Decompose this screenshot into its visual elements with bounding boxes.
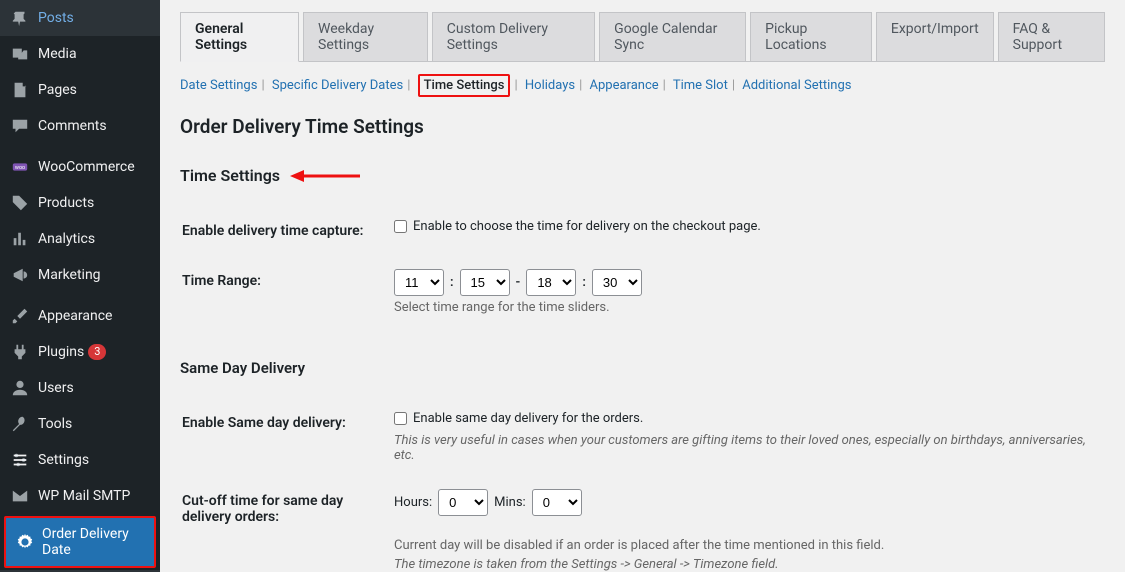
cutoff-note-2: The timezone is taken from the Settings … xyxy=(394,557,1093,572)
main-tabs: General Settings Weekday Settings Custom… xyxy=(180,12,1105,62)
sidebar-item-plugins[interactable]: Plugins 3 xyxy=(0,334,160,370)
pin-icon xyxy=(10,8,30,28)
sidebar-item-wpmailsmtp[interactable]: WP Mail SMTP xyxy=(0,478,160,514)
tab-custom-delivery-settings[interactable]: Custom Delivery Settings xyxy=(432,12,595,61)
subtab-additional-settings[interactable]: Additional Settings xyxy=(742,78,851,93)
cutoff-label: Cut-off time for same day delivery order… xyxy=(182,477,382,572)
cutoff-hours-select[interactable]: 0 xyxy=(438,489,488,516)
sidebar-item-label: Plugins xyxy=(38,344,84,360)
products-icon xyxy=(10,193,30,213)
sidebar-item-label: Products xyxy=(38,195,94,211)
admin-sidebar: Posts Media Pages Comments woo WooCommer… xyxy=(0,0,160,572)
tab-google-calendar-sync[interactable]: Google Calendar Sync xyxy=(599,12,746,61)
user-icon xyxy=(10,378,30,398)
section-time-settings: Time Settings xyxy=(180,166,280,185)
pointer-arrow-icon xyxy=(290,168,360,184)
sidebar-item-label: Media xyxy=(38,46,77,62)
sidebar-item-label: Settings xyxy=(38,452,89,468)
sidebar-item-label: WP Mail SMTP xyxy=(38,488,130,504)
main-content: General Settings Weekday Settings Custom… xyxy=(160,0,1125,572)
time-range-to-hour[interactable]: 18 xyxy=(526,269,576,296)
time-range-description: Select time range for the time sliders. xyxy=(394,300,1093,315)
tab-weekday-settings[interactable]: Weekday Settings xyxy=(303,12,428,61)
sidebar-item-label: Comments xyxy=(38,118,107,134)
enable-time-checkbox[interactable] xyxy=(394,220,407,233)
analytics-icon xyxy=(10,229,30,249)
subtab-holidays[interactable]: Holidays xyxy=(525,78,575,93)
sidebar-item-label: Users xyxy=(38,380,74,396)
gear-icon xyxy=(16,532,34,552)
sub-tabs: Date Settings| Specific Delivery Dates| … xyxy=(180,62,1105,107)
cutoff-mins-text: Mins: xyxy=(494,495,526,510)
sidebar-item-appearance[interactable]: Appearance xyxy=(0,298,160,334)
same-day-checkbox-label[interactable]: Enable same day delivery for the orders. xyxy=(394,411,643,426)
sidebar-item-label: Order Delivery Date xyxy=(42,526,144,558)
page-icon xyxy=(10,80,30,100)
sidebar-item-analytics[interactable]: Analytics xyxy=(0,221,160,257)
subtab-time-settings[interactable]: Time Settings xyxy=(424,78,505,93)
tab-general-settings[interactable]: General Settings xyxy=(180,12,299,62)
subtab-date-settings[interactable]: Date Settings xyxy=(180,78,257,93)
subtab-time-slot[interactable]: Time Slot xyxy=(673,78,728,93)
sidebar-item-label: Tools xyxy=(38,416,72,432)
tab-export-import[interactable]: Export/Import xyxy=(876,12,994,61)
plugin-update-badge: 3 xyxy=(88,344,106,360)
plugin-icon xyxy=(10,342,30,362)
time-range-to-min[interactable]: 30 xyxy=(592,269,642,296)
cutoff-hours-text: Hours: xyxy=(394,495,432,510)
sidebar-item-marketing[interactable]: Marketing xyxy=(0,257,160,293)
sidebar-item-media[interactable]: Media xyxy=(0,36,160,72)
tab-pickup-locations[interactable]: Pickup Locations xyxy=(750,12,872,61)
section-heading-text: Time Settings xyxy=(180,166,280,185)
woocommerce-icon: woo xyxy=(10,157,30,177)
time-range-from-min[interactable]: 15 xyxy=(460,269,510,296)
time-range-from-hour[interactable]: 11 xyxy=(394,269,444,296)
same-day-description: This is very useful in cases when your c… xyxy=(394,433,1093,463)
sidebar-item-label: Marketing xyxy=(38,267,101,283)
svg-text:woo: woo xyxy=(15,165,25,171)
sliders-icon xyxy=(10,450,30,470)
comment-icon xyxy=(10,116,30,136)
media-icon xyxy=(10,44,30,64)
sidebar-item-tools[interactable]: Tools xyxy=(0,406,160,442)
sidebar-item-comments[interactable]: Comments xyxy=(0,108,160,144)
enable-time-checkbox-label[interactable]: Enable to choose the time for delivery o… xyxy=(394,219,761,234)
megaphone-icon xyxy=(10,265,30,285)
subtab-appearance[interactable]: Appearance xyxy=(590,78,659,93)
cutoff-note-1: Current day will be disabled if an order… xyxy=(394,538,1093,553)
wrench-icon xyxy=(10,414,30,434)
page-title: Order Delivery Time Settings xyxy=(180,115,1105,138)
brush-icon xyxy=(10,306,30,326)
same-day-checkbox-text: Enable same day delivery for the orders. xyxy=(413,411,643,426)
sidebar-item-label: Appearance xyxy=(38,308,112,324)
sidebar-item-label: Pages xyxy=(38,82,77,98)
sidebar-item-label: WooCommerce xyxy=(38,159,135,175)
same-day-checkbox[interactable] xyxy=(394,412,407,425)
section-same-day-delivery: Same Day Delivery xyxy=(180,359,1105,377)
subtab-specific-delivery-dates[interactable]: Specific Delivery Dates xyxy=(272,78,403,93)
sidebar-item-users[interactable]: Users xyxy=(0,370,160,406)
sidebar-item-products[interactable]: Products xyxy=(0,185,160,221)
enable-time-checkbox-text: Enable to choose the time for delivery o… xyxy=(413,219,761,234)
sidebar-item-posts[interactable]: Posts xyxy=(0,0,160,36)
sidebar-item-woocommerce[interactable]: woo WooCommerce xyxy=(0,149,160,185)
mail-icon xyxy=(10,486,30,506)
same-day-label: Enable Same day delivery: xyxy=(182,399,382,475)
tab-faq-support[interactable]: FAQ & Support xyxy=(998,12,1105,61)
time-range-label: Time Range: xyxy=(182,257,382,327)
sidebar-item-label: Analytics xyxy=(38,231,95,247)
sidebar-item-label: Posts xyxy=(38,10,74,26)
cutoff-mins-select[interactable]: 0 xyxy=(532,489,582,516)
sidebar-item-settings[interactable]: Settings xyxy=(0,442,160,478)
sidebar-item-pages[interactable]: Pages xyxy=(0,72,160,108)
enable-time-label: Enable delivery time capture: xyxy=(182,207,382,255)
sidebar-item-order-delivery-date[interactable]: Order Delivery Date xyxy=(6,518,154,566)
